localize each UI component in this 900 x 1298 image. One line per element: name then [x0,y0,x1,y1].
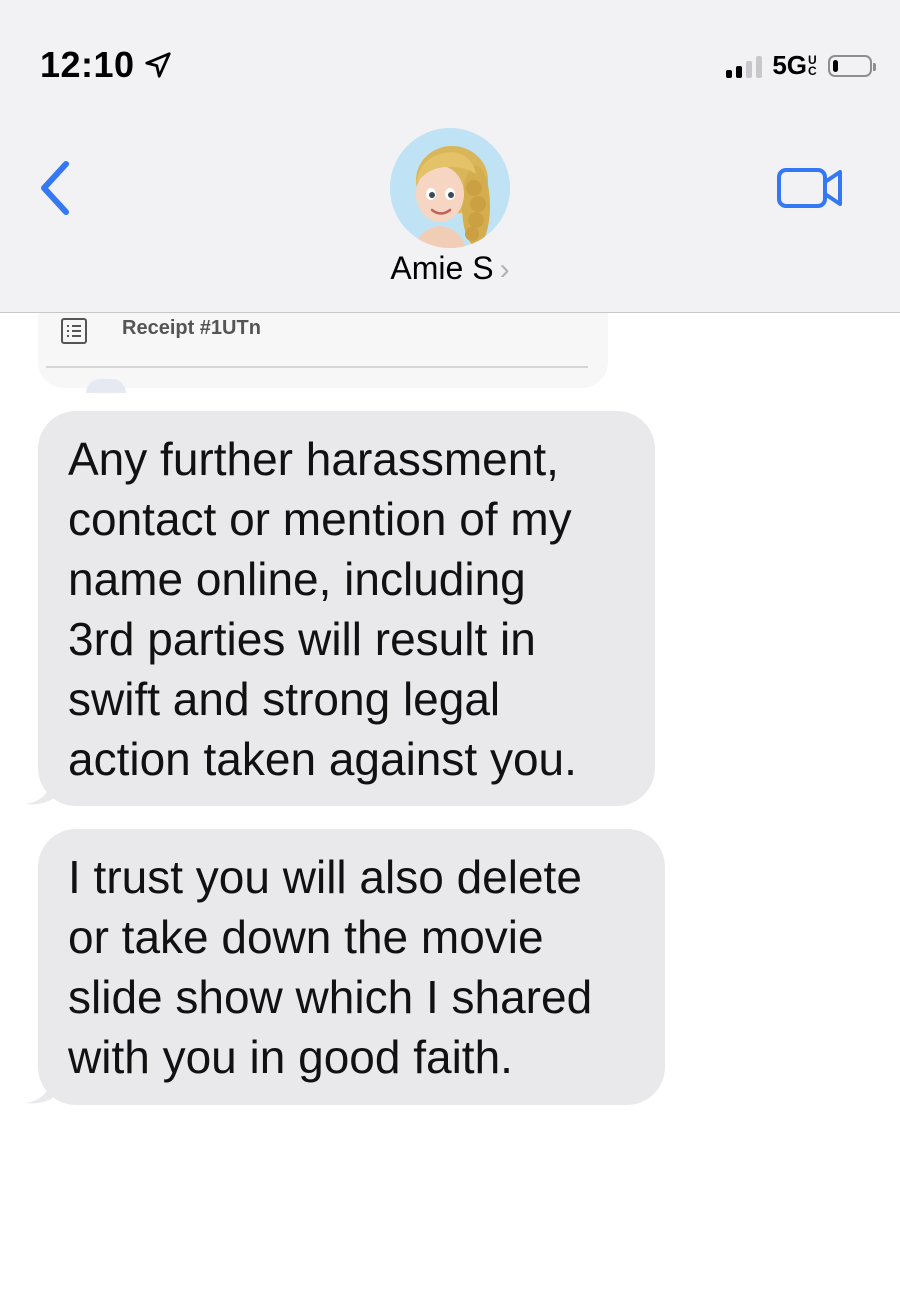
contact-name: Amie S [390,250,494,286]
status-bar-time: 12:10 [40,44,173,86]
time-label: 12:10 [40,44,135,85]
contact-name-button[interactable]: Amie S › [0,250,900,287]
incoming-message-bubble[interactable]: I trust you will also delete or take dow… [38,829,665,1105]
memoji-avatar-icon [390,128,510,248]
cellular-signal-icon [726,54,763,78]
receipt-link-preview[interactable]: Receipt #1UTn [38,313,608,393]
message-text: I trust you will also delete or take dow… [68,851,593,1083]
chevron-right-icon: › [499,253,510,286]
network-type: 5G UC [772,50,817,80]
bubble-tail [26,1075,54,1104]
message-text: Any further harassment, contact or menti… [68,433,577,785]
facetime-video-button[interactable] [776,164,844,212]
divider [46,366,588,368]
conversation-header: 12:10 5G UC Amie S › [0,0,900,313]
battery-level [833,59,838,72]
receipt-title: Receipt #1UTn [122,317,261,339]
location-arrow-icon [144,52,171,78]
back-button[interactable] [36,158,76,218]
list-icon [61,318,87,344]
preview-image-edge [86,379,126,393]
contact-avatar[interactable] [390,128,510,248]
bubble-tail [26,776,54,805]
status-bar-indicators: 5G UC [726,50,876,81]
battery-icon [828,54,876,77]
network-suffix: UC [808,52,817,78]
incoming-message-bubble[interactable]: Any further harassment, contact or menti… [38,411,655,806]
